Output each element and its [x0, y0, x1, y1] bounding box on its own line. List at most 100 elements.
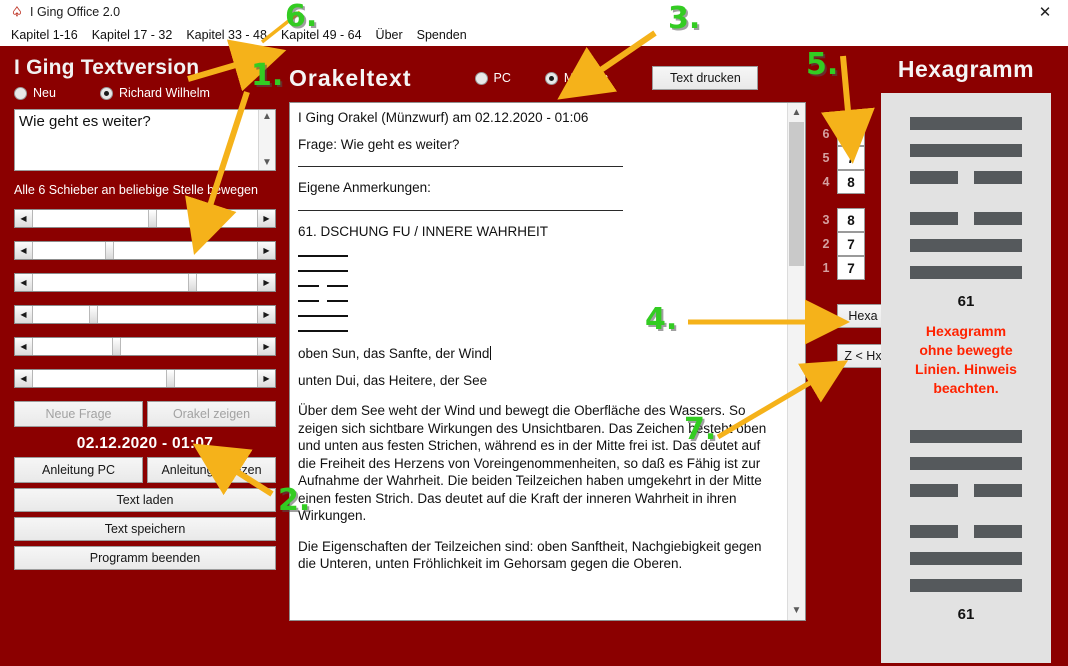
neue-frage-button[interactable]: Neue Frage	[14, 401, 143, 427]
left-column: I Ging Textversion Neu Richard Wilhelm W…	[14, 56, 276, 570]
menu-item-kapitel-1-16[interactable]: Kapitel 1-16	[4, 27, 85, 43]
line-row-2: 2 7	[818, 232, 876, 256]
divider-1	[298, 166, 623, 167]
slider-1[interactable]: ◀ ▶	[14, 209, 276, 228]
line-number-2: 2	[822, 237, 830, 251]
line-number-1: 1	[822, 261, 830, 275]
slider-left-arrow-icon[interactable]: ◀	[15, 370, 33, 387]
line-row-3: 3 8	[818, 208, 876, 232]
menu-item-kapitel-49-64[interactable]: Kapitel 49 - 64	[274, 27, 369, 43]
slider-right-arrow-icon[interactable]: ▶	[257, 210, 275, 227]
radio-muenzen-label: Münzen	[563, 71, 609, 85]
programm-beenden-button[interactable]: Programm beenden	[14, 546, 276, 570]
question-scrollbar[interactable]: ▲ ▼	[258, 110, 275, 170]
slider-3-thumb[interactable]	[188, 274, 198, 291]
slider-left-arrow-icon[interactable]: ◀	[15, 338, 33, 355]
center-header: Orakeltext PC Münzen Text drucken	[289, 54, 809, 102]
radio-pc[interactable]	[474, 71, 488, 85]
radio-richard-wilhelm[interactable]	[99, 86, 113, 100]
slider-6[interactable]: ◀ ▶	[14, 369, 276, 388]
orakel-paragraph-2: Die Eigenschaften der Teilzeichen sind: …	[298, 538, 762, 572]
orakel-zeigen-button[interactable]: Orakel zeigen	[147, 401, 276, 427]
line-value-5[interactable]: 7	[837, 146, 865, 170]
hexagram-bottom-line-4	[910, 484, 1022, 497]
text-drucken-button[interactable]: Text drucken	[652, 66, 759, 90]
slider-4-track[interactable]	[33, 306, 257, 323]
anleitung-button-row: Anleitung PC Anleitung Münzen	[14, 457, 276, 483]
slider-right-arrow-icon[interactable]: ▶	[257, 242, 275, 259]
slider-4[interactable]: ◀ ▶	[14, 305, 276, 324]
textversion-radio-group: Neu Richard Wilhelm	[14, 86, 276, 100]
slider-right-arrow-icon[interactable]: ▶	[257, 306, 275, 323]
hexagram-top: 61	[881, 117, 1051, 310]
slider-5-thumb[interactable]	[111, 338, 121, 355]
hexagram-note: Hexagramm ohne bewegte Linien. Hinweis b…	[881, 322, 1051, 398]
slider-1-thumb[interactable]	[147, 210, 157, 227]
hexagram-note-line-2: ohne bewegte	[919, 342, 1013, 358]
slider-left-arrow-icon[interactable]: ◀	[15, 242, 33, 259]
line-row-4: 4 8	[818, 170, 876, 194]
slider-6-thumb[interactable]	[165, 370, 175, 387]
slider-5[interactable]: ◀ ▶	[14, 337, 276, 356]
hexagram-top-number: 61	[957, 293, 975, 310]
slider-2-thumb[interactable]	[105, 242, 115, 259]
slider-right-arrow-icon[interactable]: ▶	[257, 338, 275, 355]
text-laden-button[interactable]: Text laden	[14, 488, 276, 512]
line-value-3[interactable]: 8	[837, 208, 865, 232]
scrollbar-thumb[interactable]	[789, 122, 804, 266]
menu-item-spenden[interactable]: Spenden	[410, 27, 474, 43]
menu-item-kapitel-33-48[interactable]: Kapitel 33 - 48	[179, 27, 274, 43]
orakel-hexagram-title: 61. DSCHUNG FU / INNERE WAHRHEIT	[298, 223, 549, 239]
radio-muenzen[interactable]	[544, 71, 558, 85]
slider-4-thumb[interactable]	[89, 306, 99, 323]
slider-right-arrow-icon[interactable]: ▶	[257, 370, 275, 387]
menu-item-kapitel-17-32[interactable]: Kapitel 17 - 32	[85, 27, 180, 43]
slider-2-track[interactable]	[33, 242, 257, 259]
main-panel: I Ging Textversion Neu Richard Wilhelm W…	[0, 46, 1068, 666]
line-value-1[interactable]: 7	[837, 256, 865, 280]
close-icon[interactable]: ✕	[1022, 0, 1068, 24]
slider-3-track[interactable]	[33, 274, 257, 291]
scroll-up-icon[interactable]: ▲	[262, 112, 272, 122]
slider-2[interactable]: ◀ ▶	[14, 241, 276, 260]
slider-1-track[interactable]	[33, 210, 257, 227]
line-value-2[interactable]: 7	[837, 232, 865, 256]
slider-left-arrow-icon[interactable]: ◀	[15, 210, 33, 227]
line-value-4[interactable]: 8	[837, 170, 865, 194]
anleitung-pc-button[interactable]: Anleitung PC	[14, 457, 143, 483]
slider-group: ◀ ▶ ◀ ▶ ◀ ▶ ◀ ▶ ◀ ▶ ◀ ▶	[14, 209, 276, 388]
orakeltext-box[interactable]: I Ging Orakel (Münzwurf) am 02.12.2020 -…	[289, 102, 806, 621]
scroll-down-icon[interactable]: ▼	[262, 158, 272, 168]
menu-item-ueber[interactable]: Über	[369, 27, 410, 43]
orakel-hexagram-lines	[298, 249, 777, 339]
slider-right-arrow-icon[interactable]: ▶	[257, 274, 275, 291]
hexagramm-title: Hexagramm	[897, 56, 1035, 82]
orakel-upper-trigram-text: oben Sun, das Sanfte, der Wind	[298, 346, 490, 361]
orakel-header-line: I Ging Orakel (Münzwurf) am 02.12.2020 -…	[298, 110, 589, 125]
slider-left-arrow-icon[interactable]: ◀	[15, 274, 33, 291]
line-row-5: 5 7	[818, 146, 876, 170]
app-icon: ♤	[11, 4, 23, 19]
slider-5-track[interactable]	[33, 338, 257, 355]
orakeltext-scrollbar[interactable]: ▲ ▼	[787, 103, 805, 620]
radio-neu[interactable]	[14, 86, 27, 100]
slider-3[interactable]: ◀ ▶	[14, 273, 276, 292]
line-row-6: 6 7	[818, 122, 876, 146]
hexagram-bottom-line-1	[910, 579, 1022, 592]
line-number-3: 3	[822, 213, 830, 227]
question-textarea[interactable]: Wie geht es weiter? ▲ ▼	[14, 109, 276, 171]
scroll-up-icon[interactable]: ▲	[788, 104, 805, 121]
title-bar: ♤ I Ging Office 2.0 ✕	[0, 0, 1068, 24]
slider-6-track[interactable]	[33, 370, 257, 387]
menu-bar: Kapitel 1-16 Kapitel 17 - 32 Kapitel 33 …	[0, 24, 1068, 46]
hexagram-bottom-line-6	[910, 430, 1022, 443]
slider-left-arrow-icon[interactable]: ◀	[15, 306, 33, 323]
anleitung-muenzen-button[interactable]: Anleitung Münzen	[147, 457, 276, 483]
text-speichern-button[interactable]: Text speichern	[14, 517, 276, 541]
hexagram-bottom: 61	[881, 430, 1051, 623]
line-value-6[interactable]: 7	[837, 122, 865, 146]
hexagram-top-line-2	[910, 239, 1022, 252]
scroll-down-icon[interactable]: ▼	[788, 602, 805, 619]
radio-neu-label: Neu	[33, 86, 56, 100]
datetime-label: 02.12.2020 - 01:07	[76, 435, 214, 452]
